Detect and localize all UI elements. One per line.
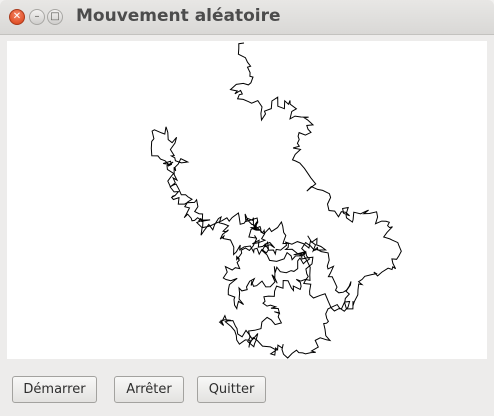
minimize-window-icon[interactable]: –: [29, 9, 45, 25]
random-walk-drawing: [7, 41, 487, 359]
stop-button[interactable]: Arrêter: [114, 376, 184, 403]
quit-button[interactable]: Quitter: [197, 376, 266, 403]
drawing-canvas: [7, 41, 487, 359]
start-button[interactable]: Démarrer: [12, 376, 97, 403]
app-window: ✕ – □ Mouvement aléatoire Démarrer Arrêt…: [0, 0, 494, 416]
close-window-icon[interactable]: ✕: [9, 9, 25, 25]
random-walk-path: [150, 42, 402, 359]
maximize-window-icon[interactable]: □: [47, 9, 63, 25]
window-title: Mouvement aléatoire: [76, 6, 281, 26]
title-bar[interactable]: ✕ – □ Mouvement aléatoire: [0, 0, 494, 35]
